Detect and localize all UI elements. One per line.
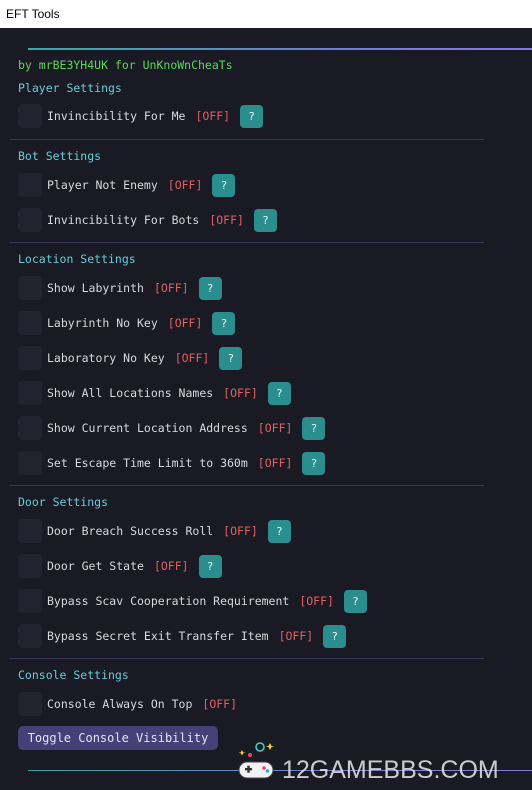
credit-text: by mrBE3YH4UK for UnKnoWnCheaTs xyxy=(18,58,233,72)
laboratory-no-key-checkbox[interactable] xyxy=(18,346,42,370)
option-row-bypass-scav: Bypass Scav Cooperation Requirement [OFF… xyxy=(18,589,367,613)
section-title-bot: Bot Settings xyxy=(18,149,102,163)
bypass-scav-checkbox[interactable] xyxy=(18,589,42,613)
section-title-door: Door Settings xyxy=(18,495,109,509)
top-divider xyxy=(28,48,532,50)
option-label: Bypass Secret Exit Transfer Item xyxy=(47,629,269,643)
option-label: Laboratory No Key xyxy=(47,351,165,365)
option-row-invincibility-bots: Invincibility For Bots [OFF] ? xyxy=(18,208,277,232)
help-button[interactable]: ? xyxy=(343,589,367,613)
bypass-secret-exit-checkbox[interactable] xyxy=(18,624,42,648)
help-button[interactable]: ? xyxy=(267,381,291,405)
option-state: [OFF] xyxy=(167,316,203,330)
section-separator xyxy=(10,242,484,243)
help-button[interactable]: ? xyxy=(198,276,222,300)
escape-time-limit-checkbox[interactable] xyxy=(18,451,42,475)
option-row-bypass-secret-exit: Bypass Secret Exit Transfer Item [OFF] ? xyxy=(18,624,347,648)
option-label: Invincibility For Bots xyxy=(47,213,200,227)
option-state: [OFF] xyxy=(223,386,258,400)
option-state: [OFF] xyxy=(257,456,293,470)
help-button[interactable]: ? xyxy=(253,208,277,232)
option-state: [OFF] xyxy=(202,697,238,711)
option-row-door-breach: Door Breach Success Roll [OFF] ? xyxy=(18,519,291,543)
help-button[interactable]: ? xyxy=(267,519,291,543)
option-row-door-get-state: Door Get State [OFF] ? xyxy=(18,554,222,578)
help-button[interactable]: ? xyxy=(302,416,326,440)
door-breach-checkbox[interactable] xyxy=(18,519,42,543)
option-row-console-on-top: Console Always On Top [OFF] xyxy=(18,692,237,716)
help-button[interactable]: ? xyxy=(212,311,236,335)
option-state: [OFF] xyxy=(223,524,258,538)
option-label: Show All Locations Names xyxy=(47,386,214,400)
option-label: Labyrinth No Key xyxy=(47,316,158,330)
option-row-labyrinth-no-key: Labyrinth No Key [OFF] ? xyxy=(18,311,236,335)
help-button[interactable]: ? xyxy=(240,104,264,128)
show-labyrinth-checkbox[interactable] xyxy=(18,276,42,300)
option-state: [OFF] xyxy=(153,281,189,295)
player-not-enemy-checkbox[interactable] xyxy=(18,173,42,197)
option-state: [OFF] xyxy=(278,629,314,643)
option-state: [OFF] xyxy=(174,351,210,365)
window-title: EFT Tools xyxy=(6,7,60,21)
help-button[interactable]: ? xyxy=(198,554,222,578)
option-row-show-current-location: Show Current Location Address [OFF] ? xyxy=(18,416,326,440)
option-state: [OFF] xyxy=(299,594,334,608)
help-button[interactable]: ? xyxy=(212,173,236,197)
section-separator xyxy=(10,139,484,140)
section-separator xyxy=(10,485,484,486)
show-current-location-checkbox[interactable] xyxy=(18,416,42,440)
option-label: Player Not Enemy xyxy=(47,178,158,192)
section-title-player: Player Settings xyxy=(18,81,122,95)
option-row-escape-time-limit: Set Escape Time Limit to 360m [OFF] ? xyxy=(18,451,326,475)
watermark-text: 12GAMEBBS.COM xyxy=(282,756,499,784)
show-all-locations-checkbox[interactable] xyxy=(18,381,42,405)
option-label: Set Escape Time Limit to 360m xyxy=(47,456,248,470)
toggle-console-button[interactable]: Toggle Console Visibility xyxy=(18,726,218,750)
option-state: [OFF] xyxy=(195,109,231,123)
option-label: Console Always On Top xyxy=(47,697,193,711)
option-label: Show Current Location Address xyxy=(47,421,248,435)
option-state: [OFF] xyxy=(209,213,244,227)
invincibility-me-checkbox[interactable] xyxy=(18,104,42,128)
section-title-location: Location Settings xyxy=(18,252,136,266)
option-label: Bypass Scav Cooperation Requirement xyxy=(47,594,290,608)
option-row-laboratory-no-key: Laboratory No Key [OFF] ? xyxy=(18,346,243,370)
section-separator xyxy=(10,658,484,659)
option-label: Door Breach Success Roll xyxy=(47,524,214,538)
help-button[interactable]: ? xyxy=(302,451,326,475)
help-button[interactable]: ? xyxy=(219,346,243,370)
door-get-state-checkbox[interactable] xyxy=(18,554,42,578)
option-state: [OFF] xyxy=(257,421,293,435)
option-row-show-all-locations: Show All Locations Names [OFF] ? xyxy=(18,381,291,405)
section-title-console: Console Settings xyxy=(18,668,129,682)
help-button[interactable]: ? xyxy=(323,624,347,648)
console-on-top-checkbox[interactable] xyxy=(18,692,42,716)
option-state: [OFF] xyxy=(167,178,203,192)
option-label: Show Labyrinth xyxy=(47,281,144,295)
option-row-invincibility-me: Invincibility For Me [OFF] ? xyxy=(18,104,264,128)
option-label: Door Get State xyxy=(47,559,144,573)
option-row-show-labyrinth: Show Labyrinth [OFF] ? xyxy=(18,276,222,300)
invincibility-bots-checkbox[interactable] xyxy=(18,208,42,232)
option-row-player-not-enemy: Player Not Enemy [OFF] ? xyxy=(18,173,236,197)
labyrinth-no-key-checkbox[interactable] xyxy=(18,311,42,335)
gamepad-icon xyxy=(238,742,275,779)
window-titlebar: EFT Tools xyxy=(0,0,532,28)
option-label: Invincibility For Me xyxy=(47,109,186,123)
option-state: [OFF] xyxy=(153,559,189,573)
